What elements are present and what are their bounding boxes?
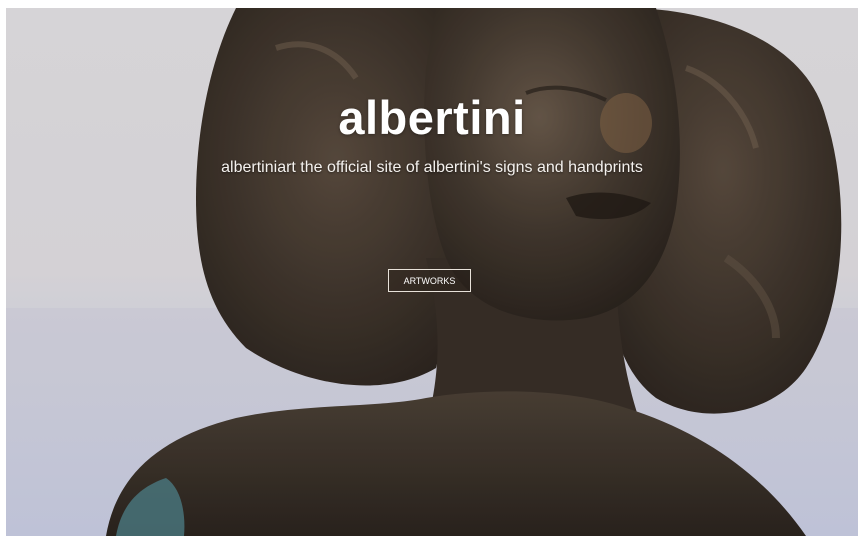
artworks-button[interactable]: ARTWORKS xyxy=(388,269,471,292)
hero-section: albertini albertiniart the official site… xyxy=(6,8,858,536)
site-title: albertini xyxy=(338,91,526,144)
site-tagline: albertiniart the official site of albert… xyxy=(221,159,643,176)
